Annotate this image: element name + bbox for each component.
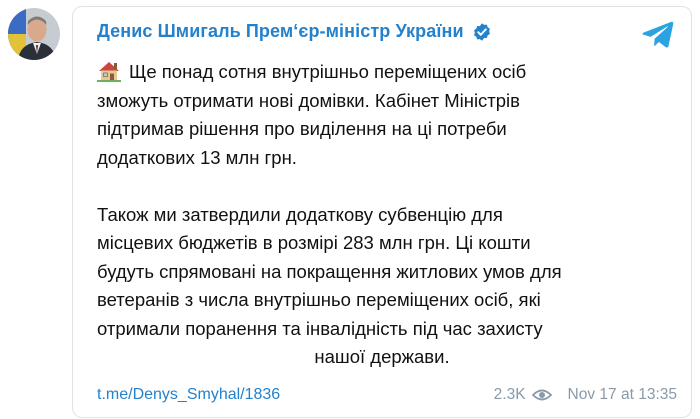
telegram-logo-icon[interactable] bbox=[641, 17, 675, 51]
post-line: підтримав рішення про виділення на ці по… bbox=[97, 118, 507, 139]
post-line: ветеранів з числа внутрішньо переміщених… bbox=[97, 289, 541, 310]
post-paragraph-1: Ще понад сотня внутрішньо переміщених ос… bbox=[97, 58, 667, 172]
post-text: Ще понад сотня внутрішньо переміщених ос… bbox=[97, 58, 667, 372]
post-meta: 2.3K Nov 17 at 13:35 bbox=[494, 386, 677, 404]
post-card: Денис Шмигаль Прем‘єр-міністр України Ще… bbox=[72, 6, 692, 418]
post-line: будуть спрямовані на покращення житлових… bbox=[97, 260, 562, 282]
post-line: Ще понад сотня внутрішньо переміщених ос… bbox=[129, 61, 527, 82]
post-header: Денис Шмигаль Прем‘єр-міністр України bbox=[97, 21, 492, 42]
avatar-photo bbox=[8, 8, 60, 60]
post-footer: t.me/Denys_Smyhal/1836 2.3K Nov 17 at 13… bbox=[97, 383, 677, 407]
post-line: місцевих бюджетів в розмірі 283 млн грн.… bbox=[97, 232, 531, 253]
view-count: 2.3K bbox=[493, 386, 526, 403]
post-link[interactable]: t.me/Denys_Smyhal/1836 bbox=[97, 386, 280, 404]
eye-icon bbox=[531, 388, 552, 402]
post-line: зможуть отримати нові домівки. Кабінет М… bbox=[97, 89, 520, 111]
post-line: Також ми затвердили додаткову субвенцію … bbox=[97, 203, 503, 225]
post-line: отримали поранення та інвалідність під ч… bbox=[97, 317, 543, 339]
verified-badge-icon bbox=[472, 22, 492, 42]
telegram-post-widget: Денис Шмигаль Прем‘єр-міністр України Ще… bbox=[0, 0, 700, 419]
post-line: нашої держави. bbox=[314, 346, 450, 367]
avatar[interactable] bbox=[8, 8, 60, 60]
post-timestamp[interactable]: Nov 17 at 13:35 bbox=[568, 386, 677, 404]
post-line: додаткових 13 млн грн. bbox=[97, 146, 297, 168]
channel-name[interactable]: Денис Шмигаль Прем‘єр-міністр України bbox=[97, 21, 464, 42]
post-paragraph-2: Також ми затвердили додаткову субвенцію … bbox=[97, 201, 667, 372]
house-icon bbox=[97, 60, 121, 82]
